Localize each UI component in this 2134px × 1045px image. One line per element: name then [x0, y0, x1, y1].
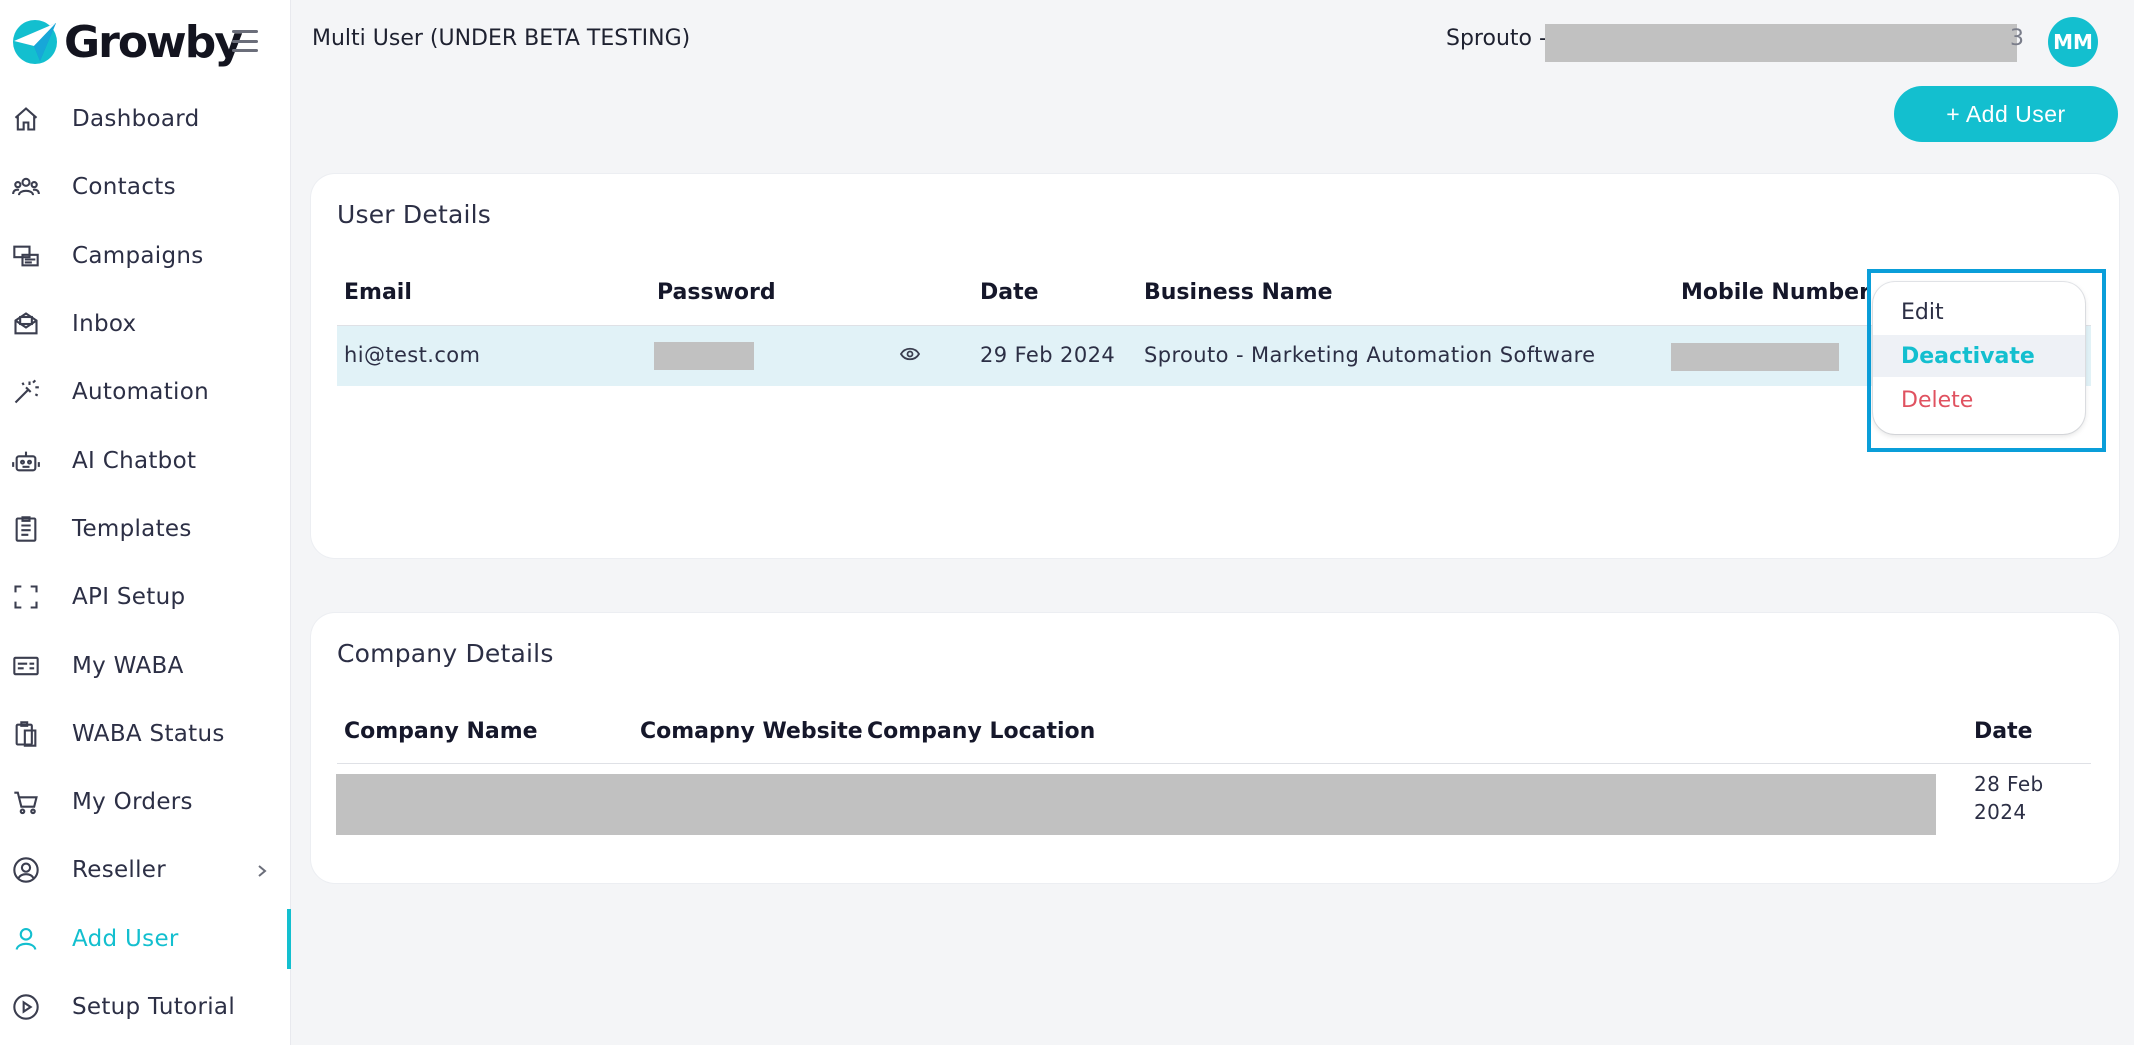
sidebar-item-setup-tutorial[interactable]: Setup Tutorial — [0, 973, 290, 1041]
page-title: Multi User (UNDER BETA TESTING) — [312, 26, 691, 51]
sidebar-item-automation[interactable]: Automation — [0, 358, 290, 426]
menu-toggle-icon[interactable] — [232, 30, 258, 52]
row-actions-menu: Edit Deactivate Delete — [1873, 282, 2085, 434]
sidebar-item-api-setup[interactable]: API Setup — [0, 563, 290, 631]
sidebar-item-contacts[interactable]: Contacts — [0, 153, 290, 221]
magic-wand-icon — [12, 378, 40, 406]
logo-text: Growby — [64, 16, 243, 68]
account-name-suffix: 3 — [2010, 26, 2024, 51]
column-header-business-name: Business Name — [1144, 280, 1333, 305]
sidebar-item-label: Campaigns — [72, 242, 204, 269]
sidebar-nav: Dashboard Contacts Campaigns Inbox Autom… — [0, 85, 291, 1041]
company-date-line1: 28 Feb — [1974, 772, 2044, 796]
sidebar-item-label: Templates — [72, 515, 192, 542]
sidebar-item-label: My Orders — [72, 789, 193, 816]
clipboard-icon — [12, 515, 40, 543]
user-icon — [12, 925, 40, 953]
column-header-mobile-number: Mobile Number — [1681, 280, 1870, 305]
clipboard-copy-icon — [12, 720, 40, 748]
deactivate-menu-item[interactable]: Deactivate — [1873, 335, 2085, 377]
redacted-mobile-number — [1671, 343, 1839, 371]
avatar[interactable]: MM — [2048, 17, 2098, 67]
add-user-button[interactable]: + Add User — [1894, 86, 2118, 142]
sidebar-item-dashboard[interactable]: Dashboard — [0, 85, 290, 153]
chevron-right-icon[interactable] — [255, 863, 269, 878]
column-header-company-name: Company Name — [344, 719, 538, 744]
user-date: 29 Feb 2024 — [980, 343, 1116, 367]
users-icon — [12, 173, 40, 201]
sidebar-item-my-waba[interactable]: My WABA — [0, 631, 290, 699]
redacted-account-name — [1545, 24, 2017, 62]
account-name: Sprouto - — [1446, 26, 1547, 51]
sidebar-item-label: Inbox — [72, 311, 137, 338]
sidebar-item-label: Contacts — [72, 174, 176, 201]
column-header-company-website: Comapny Website — [640, 719, 863, 744]
user-details-title: User Details — [337, 200, 491, 229]
column-header-company-location: Company Location — [867, 719, 1096, 744]
id-card-icon — [12, 652, 40, 680]
sidebar-item-label: Reseller — [72, 857, 167, 884]
campaigns-icon — [12, 242, 40, 270]
sidebar-item-label: Automation — [72, 379, 209, 406]
edit-menu-item[interactable]: Edit — [1873, 291, 2085, 333]
sidebar-item-templates[interactable]: Templates — [0, 495, 290, 563]
sidebar: Growby Dashboard Contacts Campaigns Inbo… — [0, 0, 291, 1045]
user-email: hi@test.com — [344, 343, 481, 367]
redacted-company-info — [336, 774, 1936, 835]
delete-menu-item[interactable]: Delete — [1873, 379, 2085, 421]
inbox-icon — [12, 310, 40, 338]
sidebar-item-waba-status[interactable]: WABA Status — [0, 700, 290, 768]
cart-icon — [12, 788, 40, 816]
sidebar-item-campaigns[interactable]: Campaigns — [0, 222, 290, 290]
sidebar-item-add-user[interactable]: Add User — [0, 905, 291, 973]
sidebar-item-label: Add User — [72, 925, 179, 952]
sidebar-item-ai-chatbot[interactable]: AI Chatbot — [0, 426, 290, 494]
company-details-title: Company Details — [337, 639, 554, 668]
home-icon — [12, 105, 40, 133]
column-header-company-date: Date — [1974, 719, 2033, 744]
sidebar-item-label: AI Chatbot — [72, 447, 197, 474]
sidebar-item-label: API Setup — [72, 584, 186, 611]
redacted-password — [654, 342, 754, 370]
column-header-email: Email — [344, 280, 412, 305]
sidebar-item-reseller[interactable]: Reseller — [0, 836, 290, 904]
column-header-date: Date — [980, 280, 1039, 305]
sidebar-item-label: Dashboard — [72, 106, 200, 133]
paper-plane-logo-icon — [13, 20, 57, 64]
frame-icon — [12, 583, 40, 611]
sidebar-item-my-orders[interactable]: My Orders — [0, 768, 290, 836]
company-date-line2: 2024 — [1974, 800, 2027, 824]
eye-icon[interactable] — [899, 346, 921, 362]
robot-icon — [12, 447, 40, 475]
play-circle-icon — [12, 993, 40, 1021]
company-table-divider — [337, 763, 2091, 764]
sidebar-item-label: My WABA — [72, 652, 184, 679]
company-details-card — [311, 613, 2119, 883]
sidebar-item-label: WABA Status — [72, 720, 225, 747]
user-business-name: Sprouto - Marketing Automation Software — [1144, 343, 1596, 367]
user-circle-icon — [12, 856, 40, 884]
sidebar-item-inbox[interactable]: Inbox — [0, 290, 290, 358]
column-header-password: Password — [657, 280, 776, 305]
sidebar-item-label: Setup Tutorial — [72, 994, 236, 1020]
